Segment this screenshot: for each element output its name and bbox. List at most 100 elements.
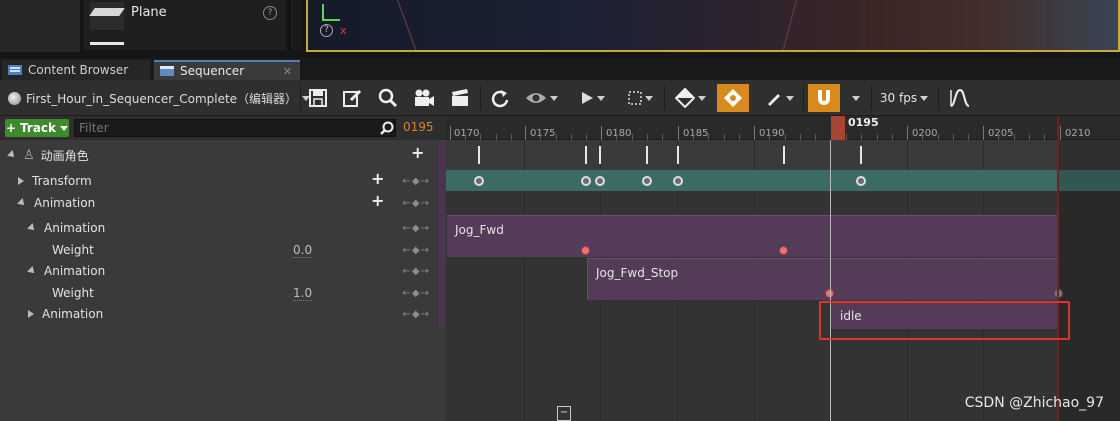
- edit-button[interactable]: [338, 84, 366, 112]
- expand-arrow-icon[interactable]: [17, 198, 27, 208]
- snap-button[interactable]: [808, 84, 840, 112]
- tab-sequencer[interactable]: Sequencer ✕: [154, 60, 300, 80]
- pen-icon: [767, 94, 780, 106]
- keyframe-marker[interactable]: [860, 146, 862, 164]
- expand-arrow-icon[interactable]: [27, 266, 37, 276]
- outliner-row-animation[interactable]: Animation + ←◆→: [0, 191, 438, 214]
- transform-keyframe[interactable]: [673, 176, 683, 186]
- curve-editor-button[interactable]: [945, 84, 975, 112]
- ruler-tick: [800, 134, 801, 140]
- snap-options-button[interactable]: [846, 84, 866, 112]
- weight-value-field[interactable]: 1.0: [293, 286, 313, 301]
- ruler-tick: [586, 134, 587, 140]
- visibility-button[interactable]: [520, 84, 562, 112]
- key-navigation-icon[interactable]: ←◆→: [403, 309, 430, 320]
- ruler-tick-label: 0210: [1065, 128, 1091, 139]
- keyframe-marker[interactable]: [646, 146, 648, 164]
- row-label: Animation: [34, 196, 96, 210]
- playhead-handle[interactable]: [831, 116, 845, 140]
- add-icon[interactable]: +: [411, 143, 424, 162]
- outliner-row-weight[interactable]: Weight 1.0 ←◆→: [0, 282, 438, 304]
- expand-arrow-icon[interactable]: [7, 150, 17, 160]
- row-label: Animation: [44, 264, 106, 278]
- time-ruler[interactable]: 0170 0175 0180 0185 0190 0200 0205 0210: [446, 116, 1120, 140]
- add-track-button[interactable]: + Track: [5, 119, 69, 137]
- selection-button[interactable]: [622, 84, 658, 112]
- ruler-tick: [1044, 134, 1045, 140]
- search-button[interactable]: [374, 84, 402, 112]
- play-button[interactable]: [574, 84, 610, 112]
- track-color-strip: [438, 140, 446, 328]
- shot-button[interactable]: [446, 84, 474, 112]
- keyframe-marker[interactable]: [585, 146, 587, 164]
- scrollbar[interactable]: [289, 0, 301, 50]
- transform-keyframe[interactable]: [595, 176, 605, 186]
- key-interp-button[interactable]: [670, 84, 710, 112]
- key-navigation-icon[interactable]: ←◆→: [403, 245, 430, 256]
- animation-section-jog-fwd[interactable]: Jog_Fwd: [447, 215, 1058, 257]
- expand-arrow-icon[interactable]: [18, 177, 24, 185]
- viewport-help-icon[interactable]: ?: [320, 24, 333, 37]
- ruler-tick: [739, 134, 740, 140]
- tab-content-browser[interactable]: Content Browser: [2, 60, 150, 80]
- keyframe-marker[interactable]: [478, 146, 480, 164]
- keyframe-marker[interactable]: [677, 146, 679, 164]
- chevron-down-icon: [785, 95, 794, 101]
- auto-key-button[interactable]: [717, 84, 749, 112]
- add-icon[interactable]: +: [371, 191, 384, 210]
- ruler-tick: [662, 134, 663, 140]
- refresh-button[interactable]: [486, 84, 514, 112]
- key-navigation-icon[interactable]: ←◆→: [403, 223, 430, 234]
- outliner-row-animation-sub[interactable]: Animation ←◆→: [0, 260, 438, 282]
- transform-track-lane[interactable]: [446, 170, 1120, 191]
- playback-end-marker[interactable]: [1057, 116, 1059, 421]
- bookmark-icon: [724, 89, 742, 107]
- ruler-tick: [998, 134, 999, 140]
- keyframe-marker[interactable]: [783, 146, 785, 164]
- expand-arrow-icon[interactable]: [27, 223, 37, 233]
- animation-section-jog-fwd-stop[interactable]: Jog_Fwd_Stop: [587, 258, 1058, 300]
- outliner-row-actor[interactable]: ♙ 动画角色 +: [0, 143, 438, 166]
- close-icon[interactable]: ✕: [283, 65, 292, 78]
- save-icon: [309, 89, 327, 107]
- ruler-tick: [724, 134, 725, 140]
- weight-value-field[interactable]: 0.0: [293, 243, 313, 258]
- key-navigation-icon[interactable]: ←◆→: [403, 266, 430, 277]
- search-icon[interactable]: [380, 121, 394, 135]
- collapse-icon[interactable]: −: [557, 406, 571, 421]
- transform-keyframe[interactable]: [474, 176, 484, 186]
- draw-button[interactable]: [760, 84, 798, 112]
- add-icon[interactable]: +: [371, 169, 384, 188]
- level-viewport[interactable]: ? x: [306, 0, 1120, 52]
- row-label: 动画角色: [40, 148, 89, 163]
- filter-input[interactable]: [74, 119, 396, 137]
- current-frame-readout[interactable]: 0195: [403, 120, 434, 134]
- ruler-tick: [983, 126, 984, 140]
- help-icon[interactable]: ?: [263, 6, 277, 20]
- key-navigation-icon[interactable]: ←◆→: [403, 288, 430, 299]
- key-navigation-icon[interactable]: ←◆→: [403, 198, 430, 209]
- transform-keyframe[interactable]: [581, 176, 591, 186]
- outliner-row-animation-sub[interactable]: Animation ←◆→: [0, 303, 438, 325]
- plus-icon: +: [5, 121, 17, 135]
- expand-arrow-icon[interactable]: [28, 310, 34, 318]
- camera-button[interactable]: [409, 84, 439, 112]
- ruler-tick: [465, 134, 466, 140]
- weight-keyframe[interactable]: [581, 246, 590, 255]
- save-button[interactable]: [304, 84, 332, 112]
- chevron-down-icon: [549, 95, 558, 101]
- transform-keyframe[interactable]: [856, 176, 866, 186]
- edit-icon: [343, 89, 362, 107]
- transform-keyframe[interactable]: [642, 176, 652, 186]
- toolbar-divider: [938, 86, 939, 110]
- ruler-tick-label: 0200: [912, 128, 938, 139]
- playhead-frame-label: 0195: [848, 116, 879, 129]
- key-navigation-icon[interactable]: ←◆→: [403, 176, 430, 187]
- outliner-row-transform[interactable]: Transform + ←◆→: [0, 169, 438, 192]
- sequence-selector[interactable]: First_Hour_in_Sequencer_Complete（编辑器）: [8, 90, 311, 107]
- keyframe-marker[interactable]: [599, 146, 601, 164]
- frame-rate-selector[interactable]: 30 fps: [876, 84, 932, 112]
- outliner-row-weight[interactable]: Weight 0.0 ←◆→: [0, 239, 438, 261]
- outliner-row-animation-sub[interactable]: Animation ←◆→: [0, 217, 438, 239]
- weight-keyframe[interactable]: [779, 246, 788, 255]
